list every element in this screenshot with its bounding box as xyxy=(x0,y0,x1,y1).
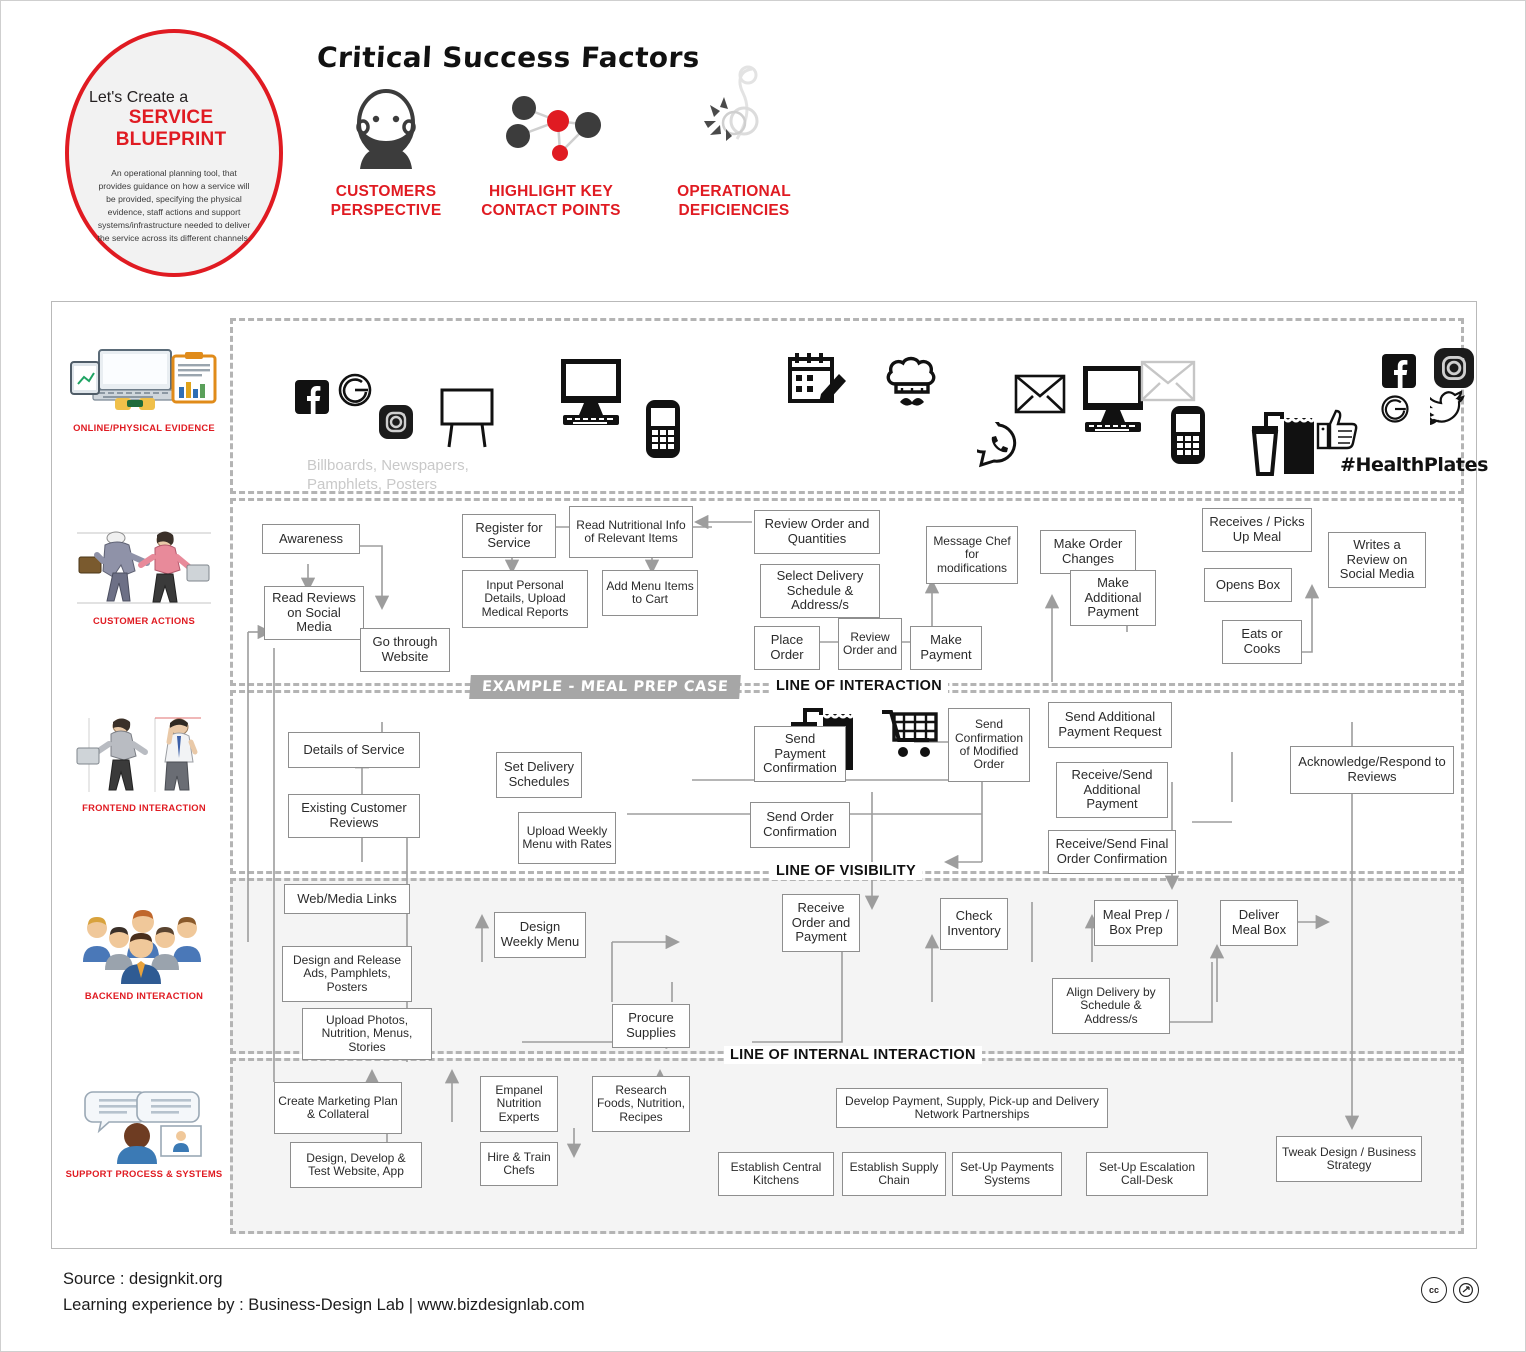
node-register-for-service[interactable]: Register for Service xyxy=(462,514,556,558)
example-chip: EXAMPLE - MEAL PREP CASE xyxy=(469,675,742,699)
page-title: Critical Success Factors xyxy=(316,41,701,74)
line-of-internal-interaction-label: LINE OF INTERNAL INTERACTION xyxy=(724,1046,982,1064)
node-send-order-confirmation[interactable]: Send Order Confirmation xyxy=(750,802,850,848)
footer-learning: Learning experience by : Business-Design… xyxy=(63,1295,585,1314)
node-send-additional-payment-request[interactable]: Send Additional Payment Request xyxy=(1048,702,1172,748)
calendar-edit-icon xyxy=(787,350,849,408)
node-design-develop-test-website-app[interactable]: Design, Develop & Test Website, App xyxy=(290,1142,422,1188)
whatsapp-icon xyxy=(977,422,1021,468)
node-details-of-service[interactable]: Details of Service xyxy=(288,732,420,768)
twitter-bird-icon xyxy=(1430,390,1474,430)
node-read-reviews-on-social-media[interactable]: Read Reviews on Social Media xyxy=(264,586,364,640)
node-message-chef-for-modifications[interactable]: Message Chef for modifications xyxy=(926,526,1018,584)
service-blueprint-page: Let's Create a SERVICE BLUEPRINT An oper… xyxy=(0,0,1526,1352)
broken-bulb-icon xyxy=(649,61,819,173)
thumbs-up-icon xyxy=(1316,408,1362,450)
badge-description: An operational planning tool, that provi… xyxy=(97,168,251,243)
node-design-weekly-menu[interactable]: Design Weekly Menu xyxy=(494,912,586,958)
node-develop-payment-supply-partnerships[interactable]: Develop Payment, Supply, Pick-up and Del… xyxy=(836,1088,1108,1128)
node-design-and-release-ads[interactable]: Design and Release Ads, Pamphlets, Poste… xyxy=(282,946,412,1002)
google-icon xyxy=(1380,394,1410,424)
node-send-confirmation-of-modified-order[interactable]: Send Confirmation of Modified Order xyxy=(948,708,1030,782)
node-set-delivery-schedules[interactable]: Set Delivery Schedules xyxy=(496,752,582,798)
node-acknowledge-respond-to-reviews[interactable]: Acknowledge/Respond to Reviews xyxy=(1290,746,1454,794)
node-eats-or-cooks[interactable]: Eats or Cooks xyxy=(1222,620,1302,664)
csf-customers-perspective-label: CUSTOMERS PERSPECTIVE xyxy=(330,183,442,219)
node-receives-picks-up-meal[interactable]: Receives / Picks Up Meal xyxy=(1202,508,1312,552)
takeaway-bag-drink-icon xyxy=(1248,406,1320,478)
node-web-media-links[interactable]: Web/Media Links xyxy=(284,884,410,914)
node-writes-a-review-on-social-media[interactable]: Writes a Review on Social Media xyxy=(1328,532,1426,588)
footer-source: Source : designkit.org xyxy=(63,1270,223,1288)
node-upload-photos-nutrition-menus-stories[interactable]: Upload Photos, Nutrition, Menus, Stories xyxy=(302,1008,432,1060)
footer: Source : designkit.org Learning experien… xyxy=(63,1267,585,1318)
csf-highlight-contact-points-label: HIGHLIGHT KEY CONTACT POINTS xyxy=(481,183,621,219)
csf-highlight-contact-points: HIGHLIGHT KEY CONTACT POINTS xyxy=(466,81,636,221)
node-upload-weekly-menu-with-rates[interactable]: Upload Weekly Menu with Rates xyxy=(518,812,616,864)
node-make-payment[interactable]: Make Payment xyxy=(910,626,982,670)
node-send-payment-confirmation[interactable]: Send Payment Confirmation xyxy=(754,726,846,782)
line-of-visibility-label: LINE OF VISIBILITY xyxy=(770,862,922,880)
cc-icon: cc xyxy=(1421,1277,1447,1303)
chef-hat-icon xyxy=(884,350,940,410)
node-hire-train-chefs[interactable]: Hire & Train Chefs xyxy=(480,1142,558,1186)
node-add-menu-items-to-cart[interactable]: Add Menu Items to Cart xyxy=(602,570,698,616)
node-input-personal-details[interactable]: Input Personal Details, Upload Medical R… xyxy=(462,570,588,628)
instagram-icon xyxy=(1434,348,1474,388)
node-establish-supply-chain[interactable]: Establish Supply Chain xyxy=(842,1152,946,1196)
line-of-interaction-label: LINE OF INTERACTION xyxy=(770,677,948,695)
node-make-additional-payment[interactable]: Make Additional Payment xyxy=(1070,570,1156,626)
mobile-phone-icon xyxy=(1169,404,1207,466)
node-establish-central-kitchens[interactable]: Establish Central Kitchens xyxy=(718,1152,834,1196)
node-go-through-website[interactable]: Go through Website xyxy=(360,628,450,672)
node-check-inventory[interactable]: Check Inventory xyxy=(940,898,1008,950)
node-create-marketing-plan-collateral[interactable]: Create Marketing Plan & Collateral xyxy=(274,1082,402,1134)
csf-operational-deficiencies-label: OPERATIONAL DEFICIENCIES xyxy=(677,183,791,219)
node-research-foods-nutrition-recipes[interactable]: Research Foods, Nutrition, Recipes xyxy=(592,1076,690,1132)
envelope-outline-icon xyxy=(1140,360,1196,402)
hashtag-healthplates: #HealthPlates xyxy=(1340,454,1488,476)
node-meal-prep-box-prep[interactable]: Meal Prep / Box Prep xyxy=(1094,900,1178,946)
node-receive-order-and-payment[interactable]: Receive Order and Payment xyxy=(782,894,860,952)
google-icon xyxy=(337,372,373,408)
node-set-up-payments-systems[interactable]: Set-Up Payments Systems xyxy=(952,1152,1062,1196)
node-place-order[interactable]: Place Order xyxy=(754,626,820,670)
facebook-icon xyxy=(295,380,329,414)
node-empanel-nutrition-experts[interactable]: Empanel Nutrition Experts xyxy=(480,1076,558,1132)
node-deliver-meal-box[interactable]: Deliver Meal Box xyxy=(1220,900,1298,946)
node-receive-send-final-order-confirmation[interactable]: Receive/Send Final Order Confirmation xyxy=(1048,830,1176,874)
node-procure-supplies[interactable]: Procure Supplies xyxy=(612,1004,690,1048)
node-review-order-and-quantities[interactable]: Review Order and Quantities xyxy=(754,510,880,554)
node-review-order-and[interactable]: Review Order and xyxy=(838,618,902,670)
instagram-icon xyxy=(379,405,413,439)
node-receive-send-additional-payment[interactable]: Receive/Send Additional Payment xyxy=(1056,762,1168,818)
service-blueprint-badge: Let's Create a SERVICE BLUEPRINT An oper… xyxy=(65,29,283,277)
node-read-nutritional-info[interactable]: Read Nutritional Info of Relevant Items xyxy=(569,506,693,558)
network-nodes-icon xyxy=(466,81,636,173)
badge-line-1: Let's Create a xyxy=(89,89,189,106)
badge-line-2: SERVICE BLUEPRINT xyxy=(115,107,227,151)
nd-icon xyxy=(1453,1277,1479,1303)
shopping-cart-icon xyxy=(880,706,940,760)
csf-operational-deficiencies: OPERATIONAL DEFICIENCIES xyxy=(649,61,819,221)
node-align-delivery-by-schedule[interactable]: Align Delivery by Schedule & Address/s xyxy=(1052,978,1170,1034)
facebook-icon xyxy=(1382,354,1416,388)
node-existing-customer-reviews[interactable]: Existing Customer Reviews xyxy=(288,794,420,838)
node-set-up-escalation-call-desk[interactable]: Set-Up Escalation Call-Desk xyxy=(1086,1152,1208,1196)
evidence-note: Billboards, Newspapers, Pamphlets, Poster… xyxy=(307,457,469,493)
envelope-icon xyxy=(1014,374,1066,414)
desktop-computer-icon xyxy=(557,357,625,433)
desktop-computer-icon xyxy=(1079,364,1147,440)
node-make-order-changes[interactable]: Make Order Changes xyxy=(1040,530,1136,574)
billboard-icon xyxy=(439,387,495,449)
blueprint-frame: ONLINE/PHYSICAL EVIDENCE CUSTOMER ACTION… xyxy=(51,301,1488,1249)
bearded-person-icon xyxy=(301,81,471,173)
creative-commons-badges: cc xyxy=(1421,1277,1479,1303)
node-tweak-design-business-strategy[interactable]: Tweak Design / Business Strategy xyxy=(1276,1136,1422,1182)
node-select-delivery-schedule[interactable]: Select Delivery Schedule & Address/s xyxy=(760,564,880,618)
node-awareness[interactable]: Awareness xyxy=(262,524,360,554)
node-opens-box[interactable]: Opens Box xyxy=(1204,568,1292,602)
csf-customers-perspective: CUSTOMERS PERSPECTIVE xyxy=(301,81,471,221)
mobile-phone-icon xyxy=(644,398,682,460)
